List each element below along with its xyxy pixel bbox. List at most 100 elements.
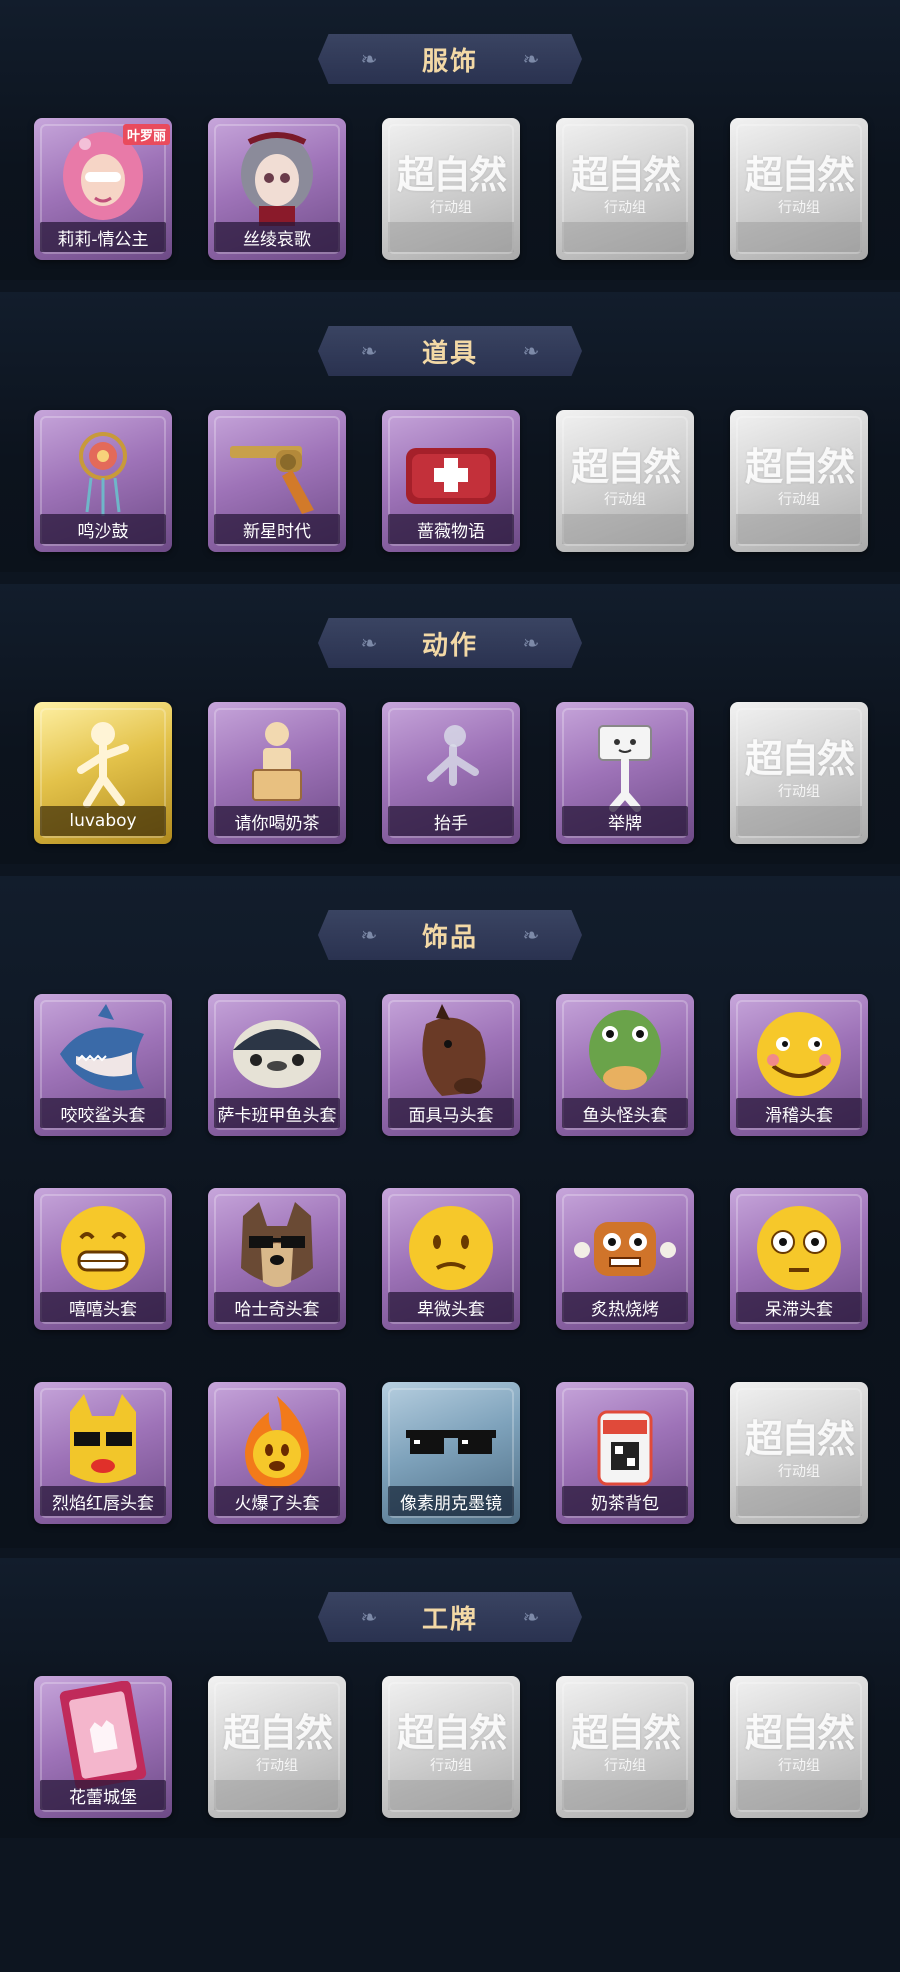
- item-card[interactable]: 叶罗丽 莉莉-情公主: [34, 118, 172, 260]
- item-label: 烈焰红唇头套: [52, 1493, 154, 1514]
- watermark-logo: 超自然 行动组: [556, 1702, 694, 1775]
- revolver-icon: [208, 420, 346, 520]
- item-card[interactable]: 丝绫哀歌: [208, 118, 346, 260]
- item-label-bar: 鸣沙鼓: [40, 514, 166, 544]
- section: ❧ 工牌 ❧ 花蕾城堡 超自然 行动组 超自然 行动组 超自然 行动组 超自然 行动组: [0, 1558, 900, 1850]
- watermark-title: 超自然: [570, 1710, 681, 1755]
- swirl-right-icon: ❧: [522, 339, 540, 363]
- section-title-banner: ❧ 动作 ❧: [318, 618, 582, 668]
- item-card[interactable]: 面具马头套: [382, 994, 520, 1136]
- swirl-left-icon: ❧: [360, 47, 378, 71]
- empty-slot-card[interactable]: 超自然 行动组: [556, 118, 694, 260]
- yellow-mask-sunglasses-icon: [34, 1392, 172, 1492]
- section-title-banner: ❧ 工牌 ❧: [318, 1592, 582, 1642]
- item-card[interactable]: 请你喝奶茶: [208, 702, 346, 844]
- swirl-right-icon: ❧: [522, 923, 540, 947]
- shark-head-icon: [34, 1004, 172, 1104]
- empty-slot-card[interactable]: 超自然 行动组: [556, 1676, 694, 1818]
- item-card[interactable]: 像素朋克墨镜: [382, 1382, 520, 1524]
- section-title: 工牌: [421, 1604, 478, 1635]
- item-card[interactable]: 蔷薇物语: [382, 410, 520, 552]
- horse-mask-icon: [382, 1004, 520, 1104]
- empty-slot-card[interactable]: 超自然 行动组: [382, 118, 520, 260]
- watermark-subtitle: 行动组: [604, 200, 646, 216]
- item-card[interactable]: 烈焰红唇头套: [34, 1382, 172, 1524]
- item-label: 新星时代: [243, 521, 311, 542]
- item-label: 咬咬鲨头套: [60, 1105, 146, 1126]
- item-label-bar: 花蕾城堡: [40, 1780, 166, 1810]
- watermark-logo: 超自然 行动组: [730, 436, 868, 509]
- empty-label-band: [736, 1486, 862, 1516]
- item-label: 举牌: [608, 813, 642, 834]
- section-title: 动作: [421, 630, 478, 661]
- item-label: 蔷薇物语: [417, 521, 485, 542]
- empty-slot-card[interactable]: 超自然 行动组: [730, 702, 868, 844]
- empty-slot-card[interactable]: 超自然 行动组: [730, 410, 868, 552]
- item-card[interactable]: 新星时代: [208, 410, 346, 552]
- item-card[interactable]: 哈士奇头套: [208, 1188, 346, 1330]
- watermark-title: 超自然: [744, 736, 855, 781]
- watermark-subtitle: 行动组: [778, 1758, 820, 1774]
- empty-slot-card[interactable]: 超自然 行动组: [556, 410, 694, 552]
- empty-label-band: [562, 222, 688, 252]
- item-label: 请你喝奶茶: [234, 813, 320, 834]
- empty-label-band: [562, 1780, 688, 1810]
- watermark-title: 超自然: [744, 152, 855, 197]
- item-label: 鱼头怪头套: [582, 1105, 668, 1126]
- castle-badge-card-icon: [34, 1681, 172, 1790]
- swirl-right-icon: ❧: [522, 47, 540, 71]
- empty-slot-card[interactable]: 超自然 行动组: [730, 1382, 868, 1524]
- item-label-bar: 呆滞头套: [736, 1292, 862, 1322]
- item-label-bar: luvaboy: [40, 806, 166, 836]
- item-card[interactable]: 鱼头怪头套: [556, 994, 694, 1136]
- item-label: 呆滞头套: [765, 1299, 833, 1320]
- item-card[interactable]: 嘻嘻头套: [34, 1188, 172, 1330]
- item-card[interactable]: 炙热烧烤: [556, 1188, 694, 1330]
- empty-label-band: [388, 222, 514, 252]
- item-card[interactable]: 鸣沙鼓: [34, 410, 172, 552]
- empty-slot-card[interactable]: 超自然 行动组: [382, 1676, 520, 1818]
- fish-monster-mask-icon: [556, 1004, 694, 1104]
- funny-emoji-icon: [730, 1004, 868, 1104]
- empty-slot-card[interactable]: 超自然 行动组: [208, 1676, 346, 1818]
- swirl-right-icon: ❧: [522, 1605, 540, 1629]
- watermark-logo: 超自然 行动组: [382, 144, 520, 217]
- item-card[interactable]: 卑微头套: [382, 1188, 520, 1330]
- watermark-logo: 超自然 行动组: [556, 436, 694, 509]
- watermark-title: 超自然: [744, 1416, 855, 1461]
- section-title: 道具: [421, 338, 478, 369]
- empty-label-band: [736, 222, 862, 252]
- item-label-bar: 丝绫哀歌: [214, 222, 340, 252]
- item-card[interactable]: 萨卡班甲鱼头套: [208, 994, 346, 1136]
- watermark-title: 超自然: [570, 444, 681, 489]
- item-card[interactable]: 呆滞头套: [730, 1188, 868, 1330]
- item-label-bar: 举牌: [562, 806, 688, 836]
- empty-slot-card[interactable]: 超自然 行动组: [730, 118, 868, 260]
- item-card[interactable]: 咬咬鲨头套: [34, 994, 172, 1136]
- watermark-logo: 超自然 行动组: [730, 1408, 868, 1481]
- item-card[interactable]: luvaboy: [34, 702, 172, 844]
- item-card[interactable]: 奶茶背包: [556, 1382, 694, 1524]
- watermark-subtitle: 行动组: [430, 1758, 472, 1774]
- brand-badge: 叶罗丽: [122, 124, 170, 145]
- watermark-logo: 超自然 行动组: [730, 728, 868, 801]
- item-card[interactable]: 花蕾城堡: [34, 1676, 172, 1818]
- item-label-bar: 烈焰红唇头套: [40, 1486, 166, 1516]
- empty-label-band: [736, 806, 862, 836]
- item-card[interactable]: 火爆了头套: [208, 1382, 346, 1524]
- item-card[interactable]: 举牌: [556, 702, 694, 844]
- item-card[interactable]: 滑稽头套: [730, 994, 868, 1136]
- husky-sunglasses-icon: [208, 1198, 346, 1298]
- item-label-bar: 请你喝奶茶: [214, 806, 340, 836]
- medkit-bag-icon: [382, 420, 520, 520]
- pixel-sunglasses-icon: [382, 1392, 520, 1492]
- item-label: luvaboy: [69, 811, 137, 831]
- watermark-subtitle: 行动组: [778, 200, 820, 216]
- item-label: 奶茶背包: [591, 1493, 659, 1514]
- watermark-subtitle: 行动组: [256, 1758, 298, 1774]
- item-label-bar: 哈士奇头套: [214, 1292, 340, 1322]
- item-label: 嘻嘻头套: [69, 1299, 137, 1320]
- item-card[interactable]: 抬手: [382, 702, 520, 844]
- fish-head-icon: [208, 1004, 346, 1104]
- empty-slot-card[interactable]: 超自然 行动组: [730, 1676, 868, 1818]
